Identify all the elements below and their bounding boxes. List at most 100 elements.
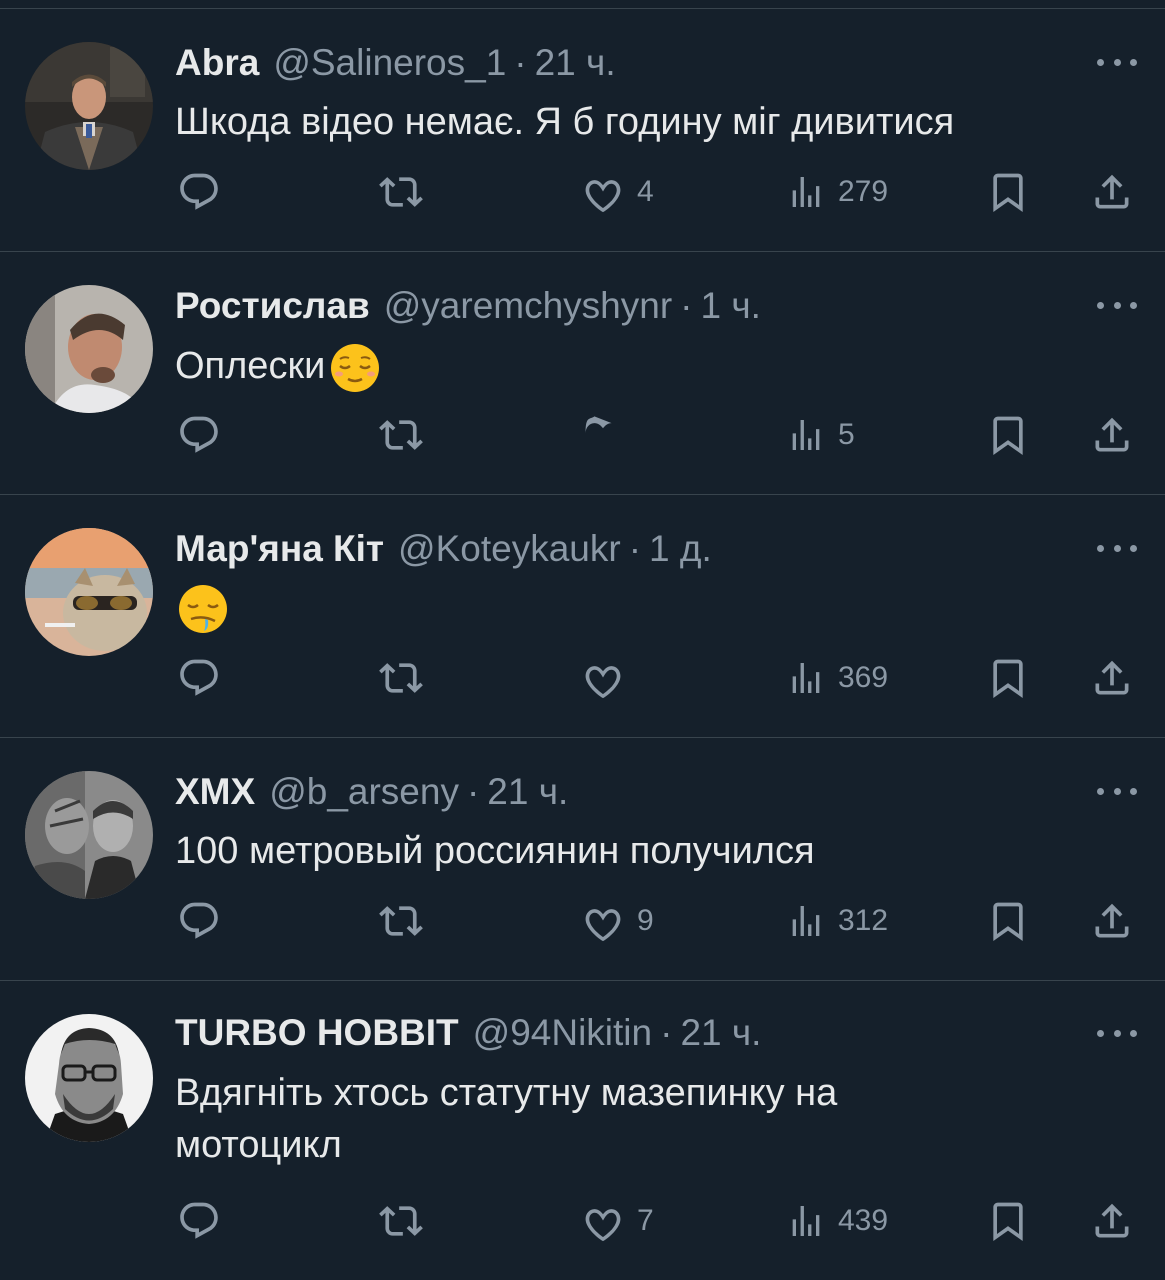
display-name[interactable]: Ростислав <box>175 284 370 328</box>
reply-icon <box>180 902 218 939</box>
tweet-header: Abra @Salineros_1 · 21 ч. <box>175 41 616 85</box>
bookmark-icon <box>993 902 1023 942</box>
views-button[interactable]: 279 <box>786 167 888 217</box>
bookmark-button[interactable] <box>986 896 1030 946</box>
separator: · <box>514 42 527 83</box>
reply-icon <box>180 173 218 210</box>
views-icon <box>792 663 820 693</box>
tweet-text: Оплески <box>175 340 1115 394</box>
action-bar: 4 279 <box>0 167 1165 217</box>
bookmark-button[interactable] <box>986 653 1030 703</box>
avatar[interactable] <box>25 42 153 170</box>
user-handle[interactable]: @Koteykaukr <box>398 527 621 571</box>
reply-button[interactable] <box>177 653 221 703</box>
avatar[interactable] <box>25 1014 153 1142</box>
share-button[interactable] <box>1090 1196 1134 1246</box>
reply-icon <box>180 659 218 696</box>
display-name[interactable]: Abra <box>175 41 259 85</box>
like-button[interactable]: 9 <box>581 896 654 946</box>
retweet-button[interactable] <box>378 653 424 703</box>
more-icon[interactable] <box>1097 52 1137 72</box>
action-bar: 7 439 <box>0 1196 1165 1246</box>
reply-icon <box>180 416 218 453</box>
bookmark-button[interactable] <box>986 410 1030 460</box>
like-count: 7 <box>637 1204 654 1237</box>
view-count: 439 <box>838 1204 889 1237</box>
timestamp[interactable]: 1 ч. <box>700 284 760 328</box>
view-count: 279 <box>838 175 889 208</box>
heart-icon <box>585 180 621 213</box>
more-icon[interactable] <box>1097 295 1137 315</box>
tweet-item[interactable]: Ростислав @yaremchyshynr · 1 ч. Оплески … <box>0 252 1165 495</box>
bookmark-button[interactable] <box>986 167 1030 217</box>
like-button[interactable] <box>581 410 625 460</box>
action-bar: 369 <box>0 653 1165 703</box>
views-icon <box>792 1206 820 1236</box>
tweet-text-line: мотоцикл <box>175 1124 342 1166</box>
view-count: 5 <box>838 418 855 451</box>
view-count: 369 <box>838 661 889 694</box>
heart-icon <box>585 909 621 942</box>
bookmark-icon <box>993 1202 1023 1242</box>
more-icon[interactable] <box>1097 1023 1137 1043</box>
bookmark-icon <box>993 173 1023 213</box>
user-handle[interactable]: @b_arseny <box>269 770 459 814</box>
more-icon[interactable] <box>1097 538 1137 558</box>
action-bar: 9 312 <box>0 896 1165 946</box>
share-button[interactable] <box>1090 896 1134 946</box>
tweet-item[interactable]: ХМХ @b_arseny · 21 ч. 100 метровый росси… <box>0 738 1165 981</box>
more-icon[interactable] <box>1097 781 1137 801</box>
views-button[interactable]: 312 <box>786 896 888 946</box>
timestamp[interactable]: 1 д. <box>649 527 712 571</box>
heart-icon <box>585 666 621 699</box>
action-bar: 5 <box>0 410 1165 460</box>
timestamp[interactable]: 21 ч. <box>487 770 568 814</box>
reply-button[interactable] <box>177 410 221 460</box>
like-button[interactable]: 4 <box>581 167 654 217</box>
reply-button[interactable] <box>177 167 221 217</box>
views-icon <box>792 906 820 936</box>
like-button[interactable]: 7 <box>581 1196 654 1246</box>
display-name[interactable]: ХМХ <box>175 770 255 814</box>
share-button[interactable] <box>1090 410 1134 460</box>
tweet-header: TURBO HOBBIT @94Nikitin · 21 ч. <box>175 1011 761 1055</box>
avatar[interactable] <box>25 285 153 413</box>
reply-button[interactable] <box>177 1196 221 1246</box>
like-count: 9 <box>637 904 654 937</box>
retweet-icon <box>379 177 423 207</box>
avatar[interactable] <box>25 771 153 899</box>
views-icon <box>792 177 820 207</box>
retweet-button[interactable] <box>378 410 424 460</box>
share-icon <box>1095 174 1129 209</box>
separator: · <box>628 528 642 569</box>
avatar[interactable] <box>25 528 153 656</box>
retweet-button[interactable] <box>378 896 424 946</box>
timestamp[interactable]: 21 ч. <box>680 1011 761 1055</box>
reply-button[interactable] <box>177 896 221 946</box>
tweet-header: Ростислав @yaremchyshynr · 1 ч. <box>175 284 761 328</box>
tweet-text-line: Вдягніть хтось статутну мазепинку на <box>175 1072 838 1114</box>
share-button[interactable] <box>1090 167 1134 217</box>
tweet-item[interactable]: Мар'яна Кіт @Koteykaukr · 1 д. 369 <box>0 495 1165 738</box>
views-button[interactable]: 5 <box>786 410 855 460</box>
tweet-item[interactable]: TURBO HOBBIT @94Nikitin · 21 ч. Вдягніть… <box>0 981 1165 1280</box>
bookmark-icon <box>993 416 1023 456</box>
user-handle[interactable]: @94Nikitin <box>473 1011 652 1055</box>
user-handle[interactable]: @yaremchyshynr <box>384 284 672 328</box>
user-handle[interactable]: @Salineros_1 <box>273 41 506 85</box>
timestamp[interactable]: 21 ч. <box>535 41 616 85</box>
retweet-button[interactable] <box>378 1196 424 1246</box>
share-button[interactable] <box>1090 653 1134 703</box>
retweet-button[interactable] <box>378 167 424 217</box>
retweet-icon <box>379 663 423 693</box>
display-name[interactable]: TURBO HOBBIT <box>175 1011 459 1055</box>
views-button[interactable]: 369 <box>786 653 888 703</box>
like-button[interactable] <box>581 653 625 703</box>
bookmark-button[interactable] <box>986 1196 1030 1246</box>
retweet-icon <box>379 906 423 936</box>
display-name[interactable]: Мар'яна Кіт <box>175 527 384 571</box>
drooling-face-emoji <box>179 584 227 633</box>
views-button[interactable]: 439 <box>786 1196 888 1246</box>
separator: · <box>466 771 480 812</box>
tweet-item[interactable]: Abra @Salineros_1 · 21 ч. Шкода відео не… <box>0 0 1165 252</box>
